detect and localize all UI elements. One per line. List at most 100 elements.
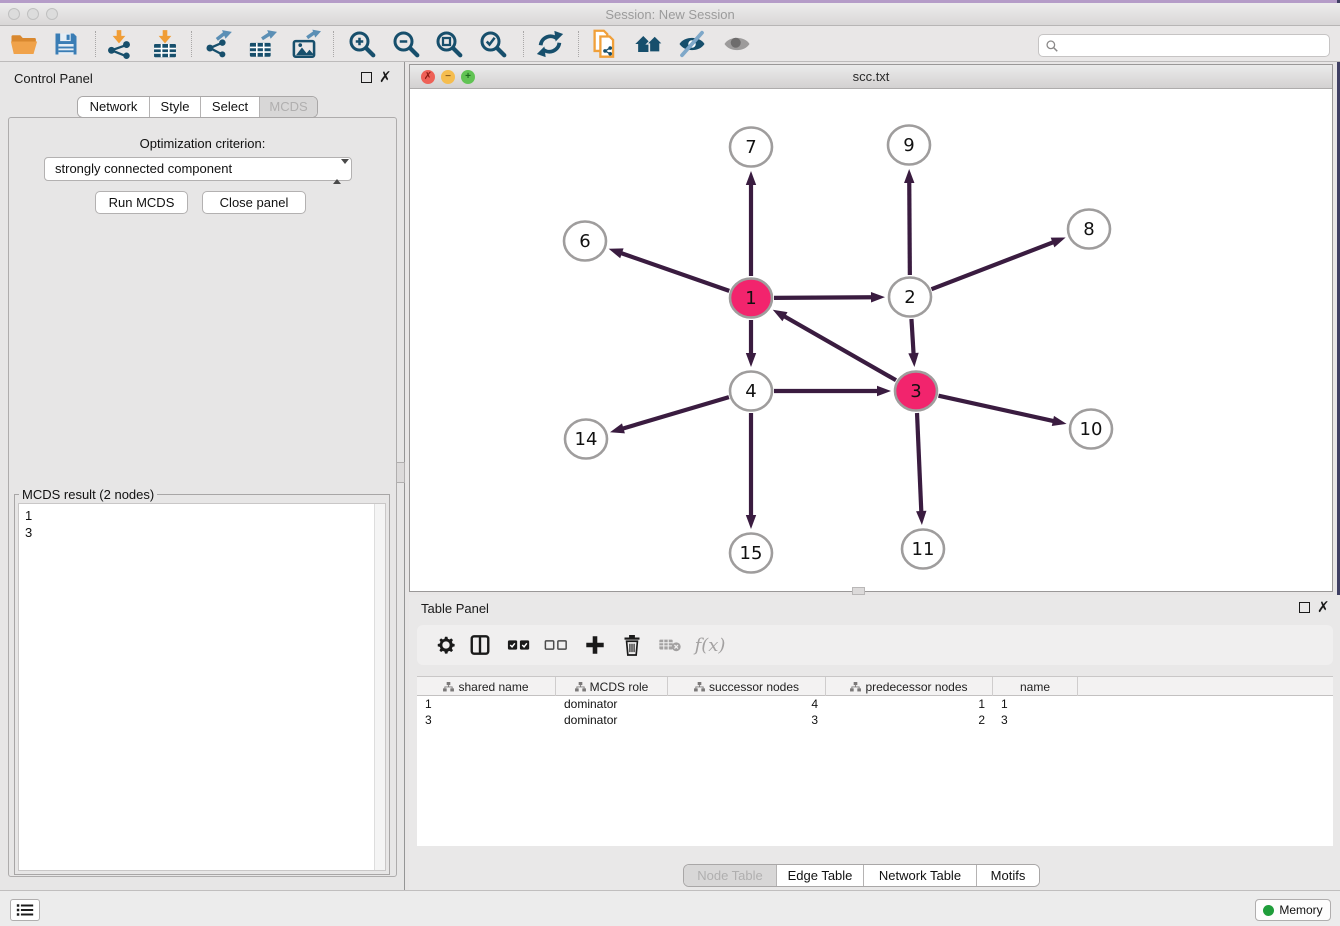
show-all-icon[interactable]	[720, 29, 754, 59]
control-panel-tabs: NetworkStyleSelectMCDS	[77, 96, 318, 118]
network-maximize-button[interactable]: +	[461, 70, 475, 84]
float-panel-icon[interactable]	[361, 72, 372, 83]
window-title: Session: New Session	[0, 3, 1340, 26]
toolbar-separator	[95, 31, 96, 57]
zoom-fit-icon[interactable]	[432, 29, 466, 59]
task-history-button[interactable]	[10, 899, 40, 921]
result-scrollbar[interactable]	[374, 504, 385, 870]
network-minimize-button[interactable]: −	[441, 70, 455, 84]
export-image-icon[interactable]	[289, 29, 323, 59]
edge-1-6[interactable]	[619, 252, 729, 290]
edge-2-8[interactable]	[932, 241, 1056, 289]
table-cell[interactable]: 4	[668, 696, 826, 712]
tab-network[interactable]: Network	[78, 97, 150, 117]
edge-3-1[interactable]	[782, 315, 896, 380]
optimization-criterion-select[interactable]: strongly connected component	[44, 157, 352, 181]
table-cell[interactable]: 3	[668, 712, 826, 728]
tab-edge-table[interactable]: Edge Table	[777, 865, 864, 886]
run-mcds-button[interactable]: Run MCDS	[95, 191, 188, 214]
mcds-result-area[interactable]: 1 3	[18, 503, 386, 871]
zoom-selected-icon[interactable]	[476, 29, 510, 59]
refresh-view-icon[interactable]	[533, 29, 567, 59]
graph-node-label-3: 3	[910, 381, 921, 402]
delete-column-icon[interactable]	[617, 630, 647, 660]
table-float-icon[interactable]	[1299, 602, 1310, 613]
memory-button[interactable]: Memory	[1255, 899, 1331, 921]
table-cell[interactable]: 1	[993, 696, 1078, 712]
column-header-MCDS-role[interactable]: MCDS role	[556, 677, 668, 696]
column-header-name[interactable]: name	[993, 677, 1078, 696]
network-close-button[interactable]: ✗	[421, 70, 435, 84]
maximize-button[interactable]	[46, 8, 58, 20]
column-preferences-icon[interactable]	[465, 630, 495, 660]
edge-arrowhead	[871, 292, 885, 302]
export-table-icon[interactable]	[245, 29, 279, 59]
edge-arrowhead	[1051, 238, 1066, 248]
graph-node-label-4: 4	[745, 381, 756, 402]
table-panel-tabs: Node TableEdge TableNetwork TableMotifs	[683, 864, 1040, 887]
table-toolbar: f(x)	[417, 625, 1333, 665]
table-close-icon[interactable]: ✗	[1317, 602, 1330, 613]
graph-node-label-11: 11	[912, 539, 935, 560]
column-header-shared-name[interactable]: shared name	[417, 677, 556, 696]
minimize-button[interactable]	[27, 8, 39, 20]
column-header-successor-nodes[interactable]: successor nodes	[668, 677, 826, 696]
edge-2-3[interactable]	[911, 319, 913, 356]
column-header-predecessor-nodes[interactable]: predecessor nodes	[826, 677, 993, 696]
tab-network-table[interactable]: Network Table	[864, 865, 977, 886]
graph-node-label-15: 15	[740, 543, 763, 564]
edge-2-9[interactable]	[909, 180, 910, 275]
edge-3-11[interactable]	[917, 413, 921, 514]
tab-mcds[interactable]: MCDS	[260, 97, 317, 117]
close-panel-button[interactable]: Close panel	[202, 191, 306, 214]
node-table[interactable]: shared nameMCDS role successor nodes prede…	[417, 676, 1333, 846]
close-button[interactable]	[8, 8, 20, 20]
export-network-icon[interactable]	[201, 29, 235, 59]
tab-style[interactable]: Style	[150, 97, 201, 117]
search-input[interactable]	[1059, 37, 1329, 55]
copy-style-icon[interactable]	[588, 29, 622, 59]
import-network-icon[interactable]	[102, 29, 136, 59]
table-cell[interactable]: 1	[826, 696, 993, 712]
list-icon	[16, 903, 34, 917]
close-panel-icon[interactable]: ✗	[379, 72, 392, 83]
memory-status-icon	[1263, 905, 1274, 916]
network-graph-svg: 7968124314101511	[410, 89, 1332, 591]
tab-select[interactable]: Select	[201, 97, 260, 117]
network-window-titlebar[interactable]: ✗ − + scc.txt	[410, 65, 1332, 89]
zoom-in-icon[interactable]	[345, 29, 379, 59]
table-cell[interactable]: dominator	[556, 696, 668, 712]
tab-motifs[interactable]: Motifs	[977, 865, 1039, 886]
table-cell[interactable]: 3	[993, 712, 1078, 728]
table-cell[interactable]: 3	[417, 712, 556, 728]
horizontal-splitter-handle[interactable]	[852, 587, 865, 595]
first-neighbors-icon[interactable]	[632, 29, 666, 59]
mcds-result-fieldset: MCDS result (2 nodes) 1 3	[14, 494, 390, 875]
table-row[interactable]: 3dominator323	[417, 712, 1333, 728]
column-header-label: successor nodes	[709, 680, 799, 694]
function-builder-icon: f(x)	[695, 630, 725, 660]
table-settings-gear-icon[interactable]	[431, 630, 461, 660]
graph-node-label-7: 7	[745, 137, 756, 158]
open-session-icon[interactable]	[7, 29, 41, 59]
deselect-all-rows-icon[interactable]	[541, 630, 571, 660]
table-cell[interactable]: 2	[826, 712, 993, 728]
save-session-icon[interactable]	[49, 29, 83, 59]
add-column-icon[interactable]	[580, 630, 610, 660]
table-row[interactable]: 1dominator411	[417, 696, 1333, 712]
tab-node-table[interactable]: Node Table	[684, 865, 777, 886]
network-canvas[interactable]: 7968124314101511	[410, 89, 1332, 591]
delete-table-icon	[655, 630, 685, 660]
table-cell[interactable]: 1	[417, 696, 556, 712]
edge-4-14[interactable]	[621, 397, 729, 429]
edge-arrowhead	[773, 310, 788, 321]
vertical-splitter-handle[interactable]	[396, 462, 405, 483]
table-cell[interactable]: dominator	[556, 712, 668, 728]
zoom-out-icon[interactable]	[389, 29, 423, 59]
hide-selected-icon[interactable]	[675, 29, 709, 59]
edge-3-10[interactable]	[938, 396, 1055, 422]
import-table-icon[interactable]	[148, 29, 182, 59]
control-panel: Control Panel ✗ NetworkStyleSelectMCDS O…	[0, 62, 405, 890]
edge-1-2[interactable]	[774, 297, 874, 298]
select-all-rows-icon[interactable]	[504, 630, 534, 660]
